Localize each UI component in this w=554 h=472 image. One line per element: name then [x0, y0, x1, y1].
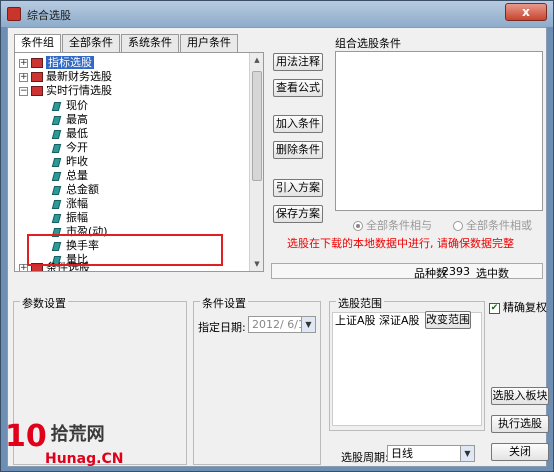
pencil-icon [51, 171, 62, 181]
pencil-icon [51, 143, 62, 153]
condition-settings-label: 条件设置 [200, 295, 248, 311]
tree-group-financial[interactable]: 最新财务选股 [31, 70, 112, 83]
app-icon [7, 7, 21, 21]
change-range-button[interactable]: 改变范围 [425, 311, 471, 329]
watermark-name-cn: 拾荒网 [50, 424, 105, 445]
check-icon: ✔ [489, 302, 500, 314]
pencil-icon [51, 129, 62, 139]
tree-leaf[interactable]: 总量 [51, 169, 88, 182]
radio-all-and[interactable]: 全部条件相与 [353, 219, 432, 232]
status-bar: 品种数 2393 选中数 [271, 263, 543, 280]
period-select[interactable]: 日线 ▼ [387, 445, 475, 462]
watermark-number: 10 [5, 419, 47, 454]
date-picker[interactable]: 2012/ 6/16 ▼ [248, 316, 316, 333]
tree-leaf[interactable]: 总金额 [51, 183, 99, 196]
expand-icon[interactable]: + [19, 73, 28, 82]
date-label: 指定日期: [198, 321, 246, 334]
pencil-icon [51, 185, 62, 195]
highlight-annotation [27, 234, 223, 266]
range-display: 上证A股 深证A股 [332, 312, 482, 426]
scroll-down-icon[interactable]: ▼ [252, 259, 262, 269]
period-label: 选股周期: [341, 451, 389, 464]
chevron-down-icon[interactable]: ▼ [460, 446, 474, 461]
combo-conditions-label: 组合选股条件 [335, 37, 401, 50]
scroll-thumb[interactable] [252, 71, 262, 181]
watermark-name-en: Hunag.CN [45, 451, 124, 467]
pencil-icon [51, 101, 62, 111]
count-value: 2393 [442, 265, 470, 278]
tab-user-conditions[interactable]: 用户条件 [180, 34, 238, 52]
chevron-down-icon[interactable]: ▼ [301, 317, 315, 332]
folder-icon [31, 72, 43, 82]
add-condition-button[interactable]: 加入条件 [273, 115, 323, 133]
params-label: 参数设置 [20, 295, 68, 311]
close-button[interactable]: 关闭 [491, 443, 549, 461]
radio-all-or[interactable]: 全部条件相或 [453, 219, 532, 232]
combo-conditions-list[interactable] [335, 51, 543, 211]
window-title: 综合选股 [27, 9, 71, 22]
tree-scrollbar[interactable]: ▲ ▼ [249, 53, 263, 271]
selected-label: 选中数 [476, 267, 509, 280]
watermark-logo: 10 拾荒网 Hunag.CN [5, 419, 123, 467]
expand-icon[interactable]: + [19, 59, 28, 68]
condition-settings-groupbox: 条件设置 指定日期: 2012/ 6/16 ▼ [193, 295, 321, 465]
folder-icon [31, 86, 43, 96]
tab-condition-group[interactable]: 条件组 [14, 34, 61, 53]
select-range-label: 选股范围 [336, 295, 384, 311]
radio-icon [453, 221, 463, 231]
pencil-icon [51, 115, 62, 125]
range-value: 上证A股 深证A股 [335, 314, 420, 327]
tree-leaf[interactable]: 现价 [51, 99, 88, 112]
select-to-block-button[interactable]: 选股入板块 [491, 387, 549, 405]
notice-text: 选股在下载的本地数据中进行, 请确保数据完整 [287, 237, 514, 250]
tab-system-conditions[interactable]: 系统条件 [121, 34, 179, 52]
tree-leaf[interactable]: 昨收 [51, 155, 88, 168]
close-window-button[interactable]: x [505, 3, 547, 21]
tree-leaf[interactable]: 今开 [51, 141, 88, 154]
main-window: 综合选股 x 条件组 全部条件 系统条件 用户条件 + 指标选股 + 最新财务选… [0, 0, 554, 472]
delete-condition-button[interactable]: 删除条件 [273, 141, 323, 159]
pencil-icon [51, 213, 62, 223]
title-bar[interactable]: 综合选股 x [1, 1, 553, 27]
tree-leaf[interactable]: 振幅 [51, 211, 88, 224]
save-scheme-button[interactable]: 保存方案 [273, 205, 323, 223]
tree-leaf[interactable]: 最高 [51, 113, 88, 126]
tab-bar: 条件组 全部条件 系统条件 用户条件 [14, 34, 239, 53]
execute-select-button[interactable]: 执行选股 [491, 415, 549, 433]
accurate-restore-checkbox[interactable]: ✔ 精确复权 [489, 301, 547, 314]
tree-leaf[interactable]: 最低 [51, 127, 88, 140]
tab-all-conditions[interactable]: 全部条件 [62, 34, 120, 52]
import-scheme-button[interactable]: 引入方案 [273, 179, 323, 197]
tree-group-realtime[interactable]: 实时行情选股 [31, 84, 112, 97]
pencil-icon [51, 157, 62, 167]
pencil-icon [51, 199, 62, 209]
collapse-icon[interactable]: − [19, 87, 28, 96]
tree-leaf[interactable]: 涨幅 [51, 197, 88, 210]
tree-group-indicator[interactable]: 指标选股 [31, 56, 94, 69]
view-formula-button[interactable]: 查看公式 [273, 79, 323, 97]
scroll-up-icon[interactable]: ▲ [252, 55, 262, 65]
radio-icon [353, 221, 363, 231]
usage-notes-button[interactable]: 用法注释 [273, 53, 323, 71]
folder-icon [31, 58, 43, 68]
